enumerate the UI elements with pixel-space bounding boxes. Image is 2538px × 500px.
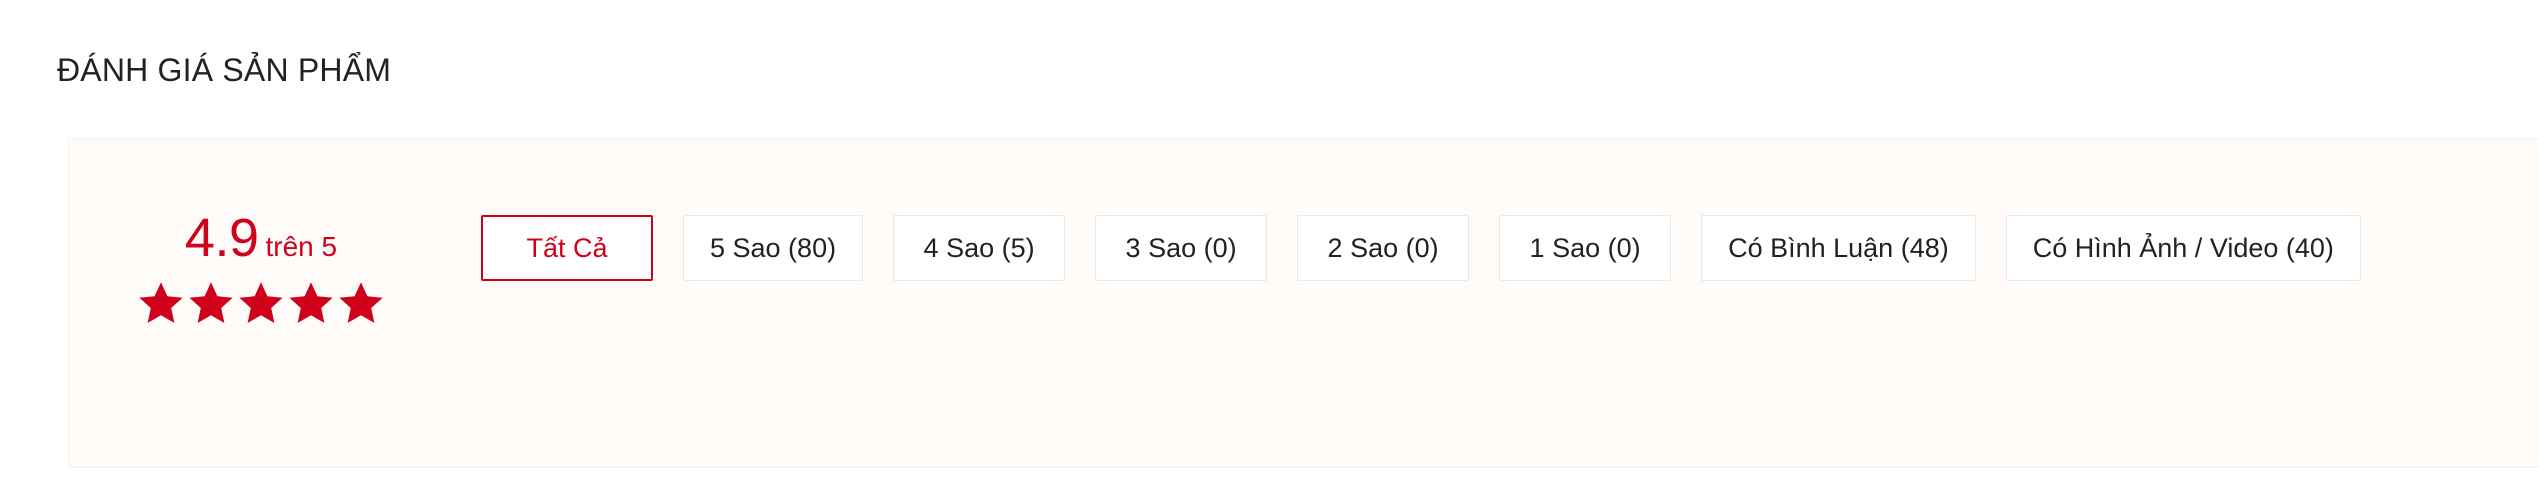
page-title: ĐÁNH GIÁ SẢN PHẨM (57, 52, 392, 88)
star-icon (336, 279, 386, 327)
review-filter-button[interactable]: 5 Sao (80) (683, 215, 864, 281)
product-review-section: ĐÁNH GIÁ SẢN PHẨM 4.9 trên 5 Tất Cả 5 Sa… (0, 0, 2538, 500)
star-icon (286, 279, 336, 327)
rating-stars (91, 279, 431, 327)
review-filter-button[interactable]: Tất Cả (481, 215, 653, 281)
review-filter-button[interactable]: 3 Sao (0) (1095, 215, 1268, 281)
review-summary-panel: 4.9 trên 5 Tất Cả 5 Sao (80) 4 Sao (5) 3… (68, 138, 2538, 468)
review-panel-inner: 4.9 trên 5 Tất Cả 5 Sao (80) 4 Sao (5) 3… (69, 139, 2538, 467)
rating-out-of-label: trên 5 (265, 231, 338, 262)
star-icon (136, 279, 186, 327)
review-filter-button[interactable]: 4 Sao (5) (893, 215, 1066, 281)
star-icon (186, 279, 236, 327)
review-filter-list: Tất Cả 5 Sao (80) 4 Sao (5) 3 Sao (0) 2 Sao … (481, 215, 2521, 311)
review-filter-button[interactable]: Có Hình Ảnh / Video (40) (2005, 215, 2361, 281)
rating-score-line: 4.9 trên 5 (91, 211, 431, 265)
review-filter-button[interactable]: Có Bình Luận (48) (1701, 215, 1976, 281)
rating-summary: 4.9 trên 5 (91, 211, 431, 327)
review-filter-button[interactable]: 1 Sao (0) (1499, 215, 1672, 281)
rating-score-value: 4.9 (184, 208, 259, 268)
star-icon (236, 279, 286, 327)
review-filter-area: Tất Cả 5 Sao (80) 4 Sao (5) 3 Sao (0) 2 Sao … (481, 215, 2521, 311)
review-filter-button[interactable]: 2 Sao (0) (1297, 215, 1470, 281)
